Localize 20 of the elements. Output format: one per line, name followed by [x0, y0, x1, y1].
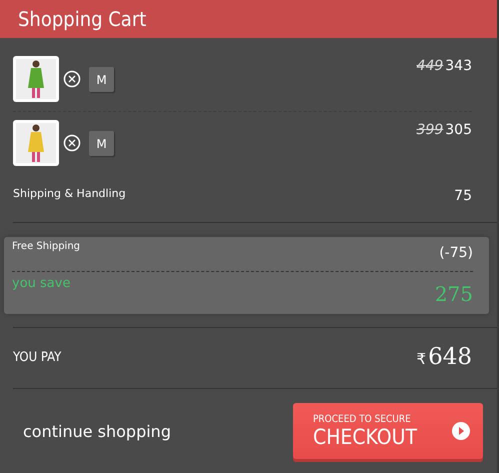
remove-icon[interactable]	[63, 134, 81, 152]
free-shipping-label: Free Shipping	[12, 241, 80, 252]
shipping-amount: 75	[454, 187, 472, 204]
continue-shopping-link[interactable]: continue shopping	[23, 422, 171, 440]
you-save-label: you save	[12, 276, 70, 291]
remove-icon[interactable]	[63, 70, 81, 88]
cart-title: Shopping Cart	[18, 7, 146, 31]
checkout-button[interactable]: PROCEED TO SECURE CHECKOUT	[293, 403, 483, 459]
free-shipping-amount: (-75)	[439, 244, 473, 261]
size-button[interactable]: M	[89, 67, 114, 92]
total-amount: ₹648	[416, 344, 472, 370]
you-pay-label: YOU PAY	[13, 350, 62, 364]
you-save-amount: 275	[434, 281, 473, 306]
item-price: 343	[445, 58, 472, 74]
original-price: 399	[416, 122, 444, 138]
size-button[interactable]: M	[89, 131, 114, 156]
play-icon	[451, 421, 471, 441]
item-price: 305	[445, 122, 472, 138]
original-price: 449	[416, 58, 444, 74]
shipping-label: Shipping & Handling	[13, 186, 126, 200]
